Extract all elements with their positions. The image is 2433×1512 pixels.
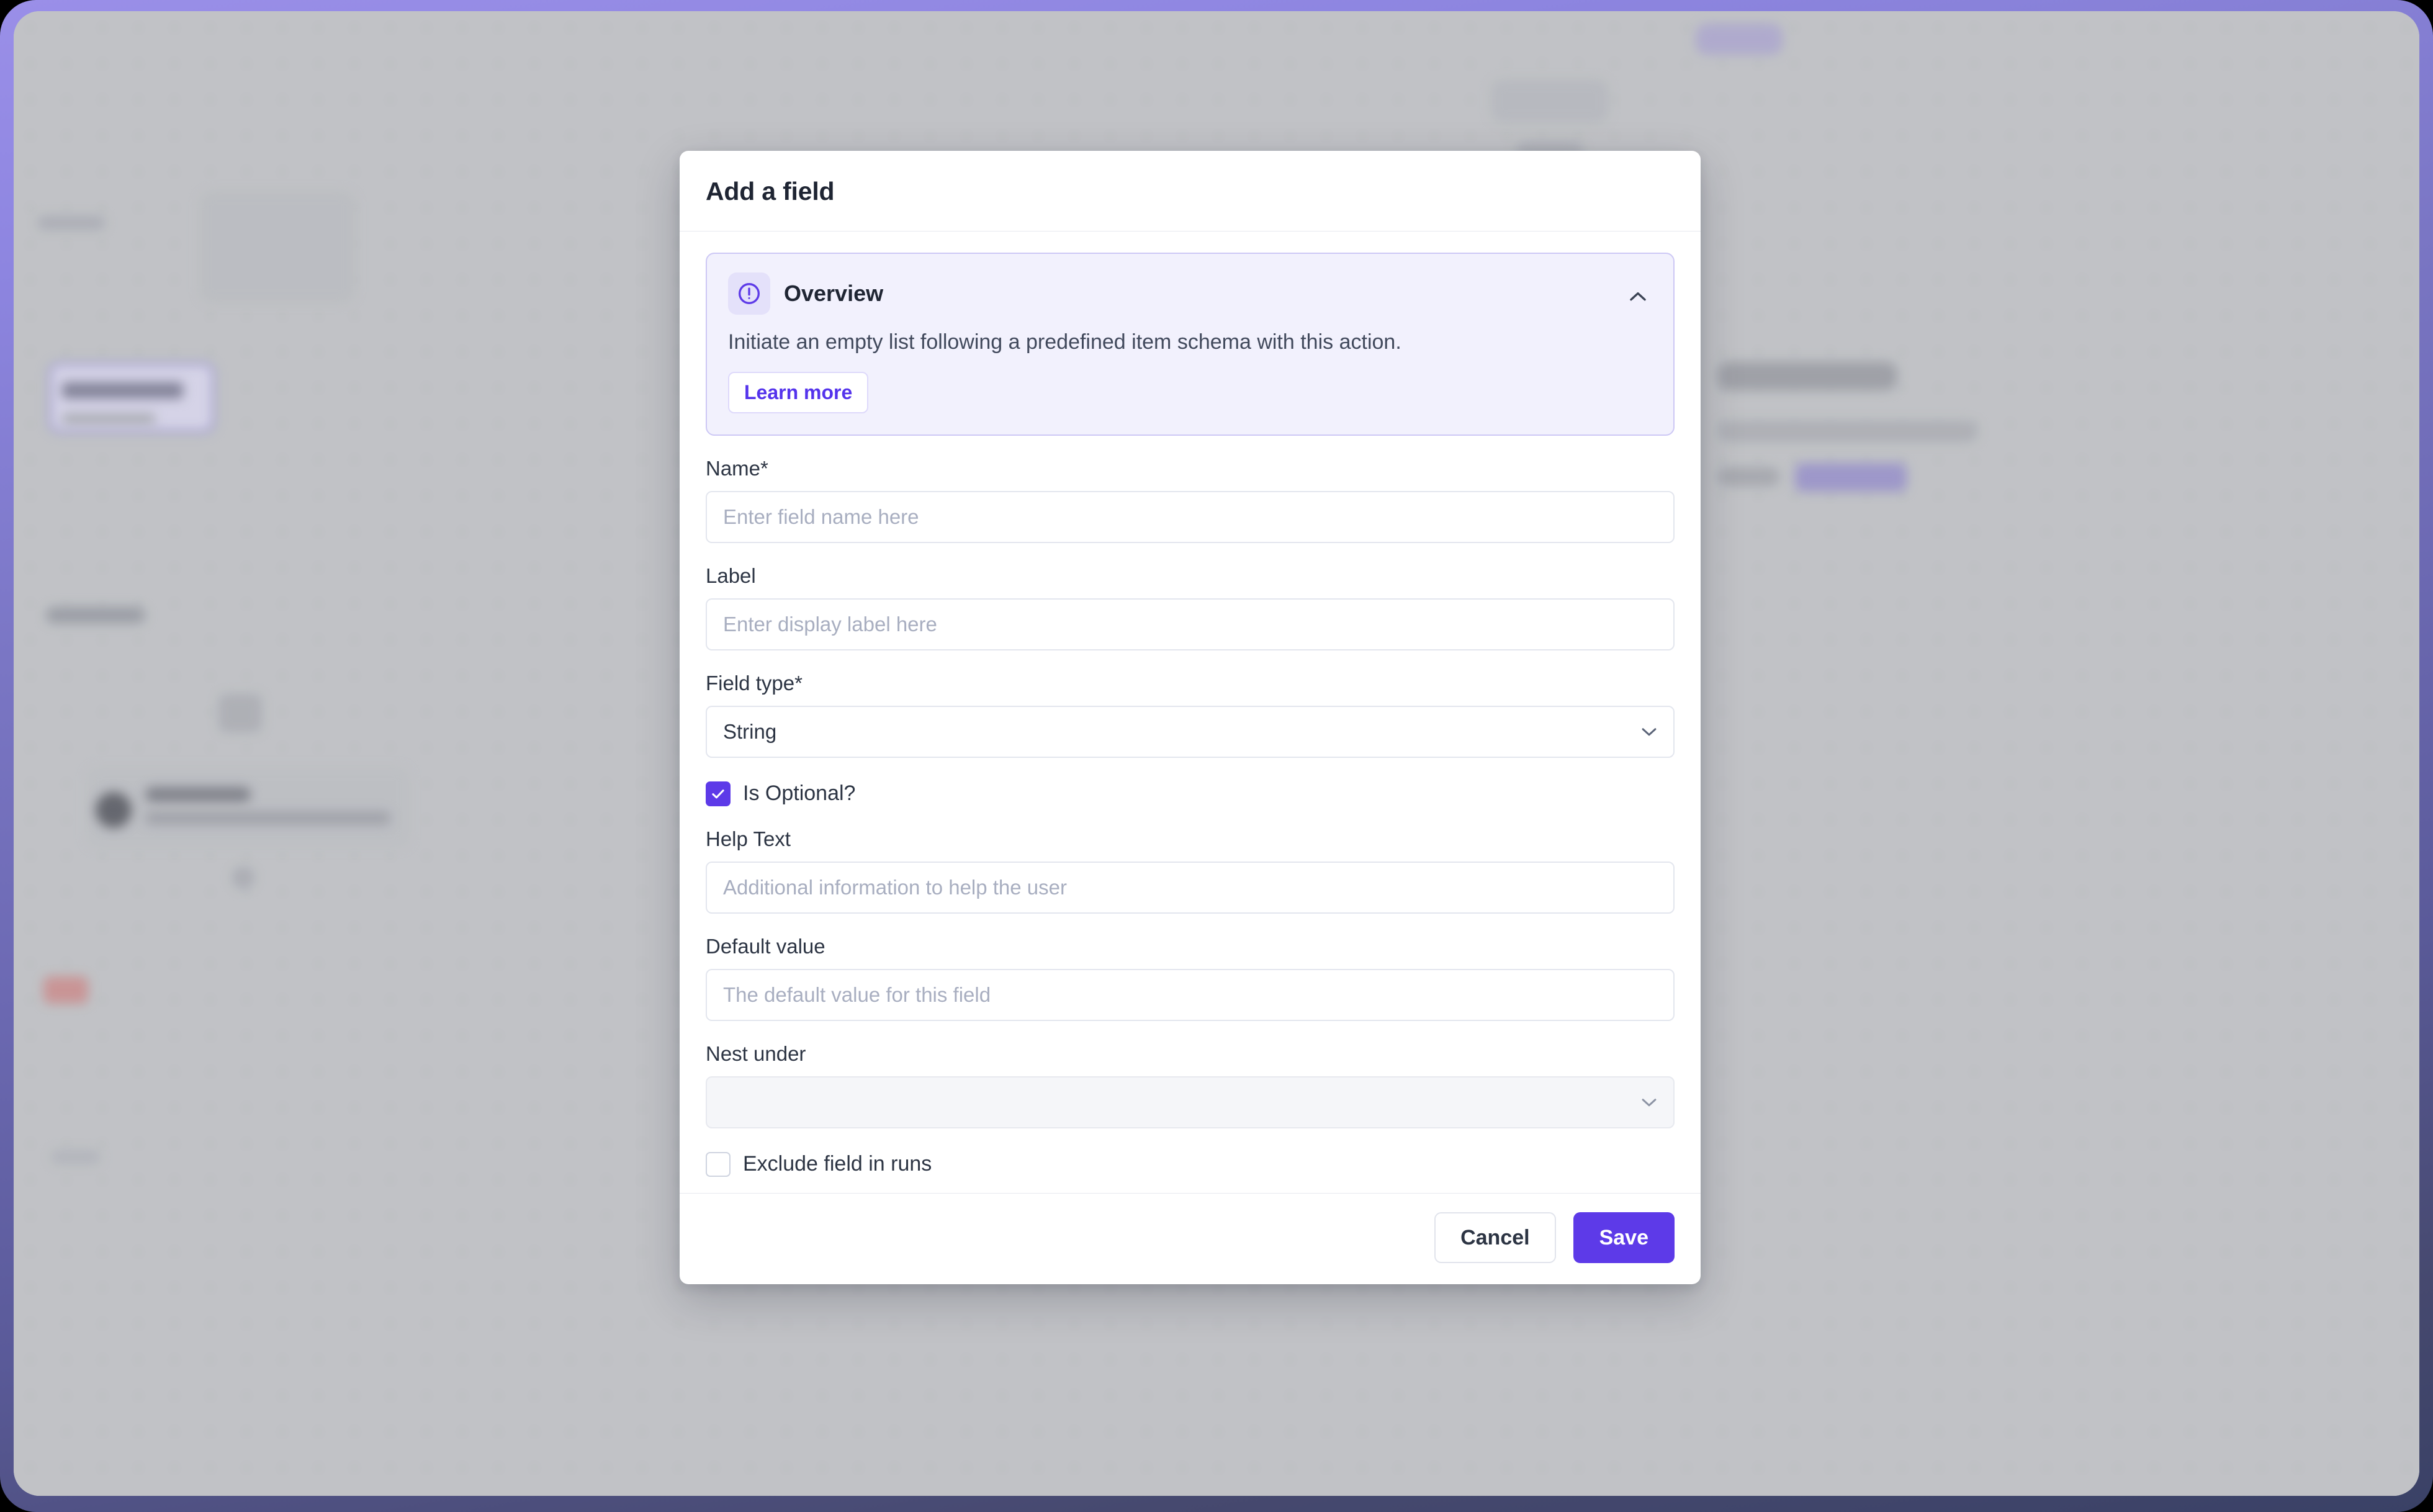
field-type-selected-value: String — [723, 719, 777, 743]
field-group-nest-under: Nest under — [706, 1042, 1675, 1128]
field-type-select-wrap: String — [706, 705, 1675, 758]
field-group-default-value: Default value — [706, 935, 1675, 1021]
cancel-button[interactable]: Cancel — [1434, 1212, 1556, 1263]
field-type-select[interactable]: String — [706, 705, 1675, 758]
nest-under-select-wrap — [706, 1076, 1675, 1128]
display-label-input[interactable] — [706, 598, 1675, 650]
help-text-input[interactable] — [706, 861, 1675, 914]
is-optional-checkbox[interactable] — [706, 781, 731, 806]
nest-under-label: Nest under — [706, 1042, 806, 1065]
exclude-field-in-runs-row[interactable]: Exclude field in runs — [706, 1151, 1675, 1177]
name-field-label: Name* — [706, 456, 768, 480]
overview-callout-description: Initiate an empty list following a prede… — [728, 330, 1401, 354]
field-group-field-type: Field type* String — [706, 672, 1675, 758]
modal-footer: Cancel Save — [680, 1192, 1701, 1284]
modal-header: Add a field — [680, 151, 1701, 232]
device-frame: Add a field Overview Initiate an empty l… — [0, 0, 2433, 1512]
overview-callout: Overview Initiate an empty list followin… — [706, 253, 1675, 436]
nest-under-select[interactable] — [706, 1076, 1675, 1128]
overview-callout-header: Overview — [728, 272, 1652, 315]
is-optional-label: Is Optional? — [743, 781, 856, 806]
add-field-modal: Add a field Overview Initiate an empty l… — [680, 151, 1701, 1284]
app-viewport: Add a field Overview Initiate an empty l… — [14, 11, 2419, 1496]
exclude-field-in-runs-label: Exclude field in runs — [743, 1152, 932, 1176]
exclamation-circle-icon — [728, 272, 770, 315]
chevron-up-icon[interactable] — [1624, 282, 1652, 311]
overview-callout-title: Overview — [784, 281, 884, 306]
field-group-name: Name* — [706, 457, 1675, 543]
field-group-label: Label — [706, 564, 1675, 650]
exclude-field-in-runs-checkbox[interactable] — [706, 1151, 731, 1177]
field-group-help-text: Help Text — [706, 827, 1675, 914]
default-value-input[interactable] — [706, 968, 1675, 1021]
name-input[interactable] — [706, 490, 1675, 543]
modal-body: Overview Initiate an empty list followin… — [680, 232, 1701, 1193]
page-title: Add a field — [706, 177, 835, 205]
display-label-field-label: Label — [706, 564, 756, 587]
save-button[interactable]: Save — [1573, 1212, 1675, 1263]
field-type-label: Field type* — [706, 671, 803, 695]
is-optional-row[interactable]: Is Optional? — [706, 781, 1675, 806]
help-text-label: Help Text — [706, 827, 791, 850]
learn-more-button[interactable]: Learn more — [728, 371, 869, 413]
default-value-label: Default value — [706, 934, 825, 958]
